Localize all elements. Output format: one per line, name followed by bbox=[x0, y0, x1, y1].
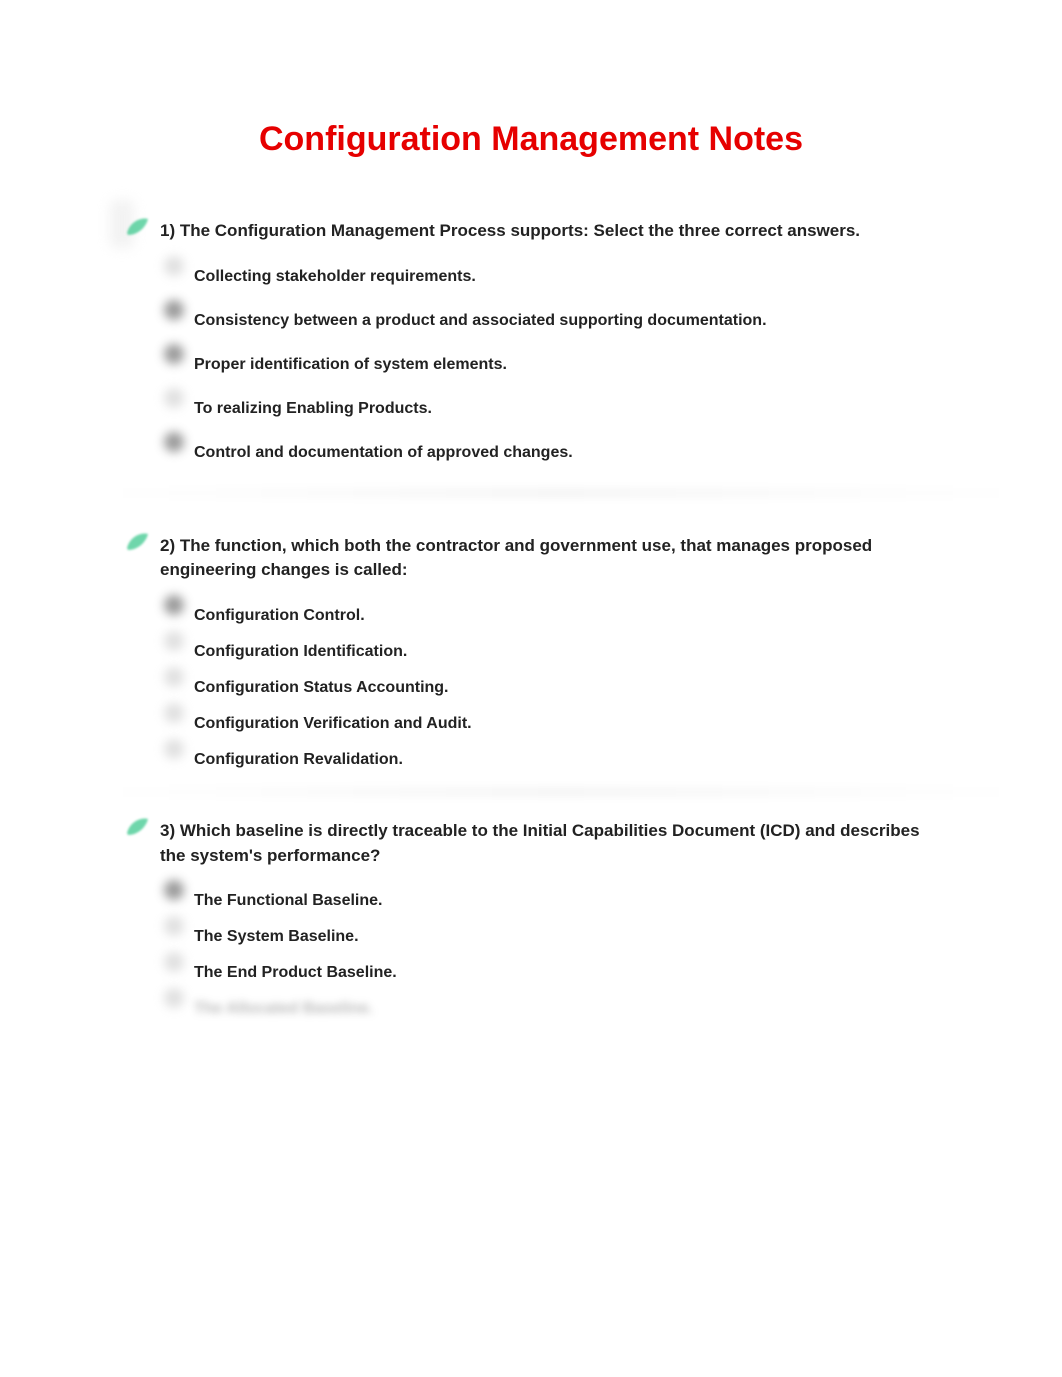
bullet-icon bbox=[164, 300, 184, 320]
option-text: Configuration Revalidation. bbox=[194, 751, 403, 768]
bullet-icon bbox=[164, 388, 184, 408]
bullet-icon bbox=[164, 739, 184, 759]
leaf-icon bbox=[124, 530, 150, 554]
option-text: The Functional Baseline. bbox=[194, 892, 382, 909]
option-item: Control and documentation of approved ch… bbox=[194, 444, 932, 462]
option-text: To realizing Enabling Products. bbox=[194, 400, 432, 417]
option-text: Proper identification of system elements… bbox=[194, 356, 507, 373]
bullet-icon bbox=[164, 256, 184, 276]
option-list: The Functional Baseline. The System Base… bbox=[194, 892, 932, 1018]
option-text: Collecting stakeholder requirements. bbox=[194, 268, 476, 285]
option-item: The End Product Baseline. bbox=[194, 964, 932, 982]
option-text: Configuration Verification and Audit. bbox=[194, 715, 472, 732]
option-text: The System Baseline. bbox=[194, 928, 359, 945]
question-text: 1) The Configuration Management Process … bbox=[160, 219, 932, 244]
option-text: Control and documentation of approved ch… bbox=[194, 444, 573, 461]
leaf-icon bbox=[124, 815, 150, 839]
option-text: The End Product Baseline. bbox=[194, 964, 397, 981]
bullet-icon bbox=[164, 988, 184, 1008]
option-item: The Functional Baseline. bbox=[194, 892, 932, 910]
option-list: Collecting stakeholder requirements. Con… bbox=[194, 268, 932, 462]
bullet-icon bbox=[164, 916, 184, 936]
bullet-icon bbox=[164, 952, 184, 972]
option-item: Collecting stakeholder requirements. bbox=[194, 268, 932, 286]
option-item: The System Baseline. bbox=[194, 928, 932, 946]
question-block: 1) The Configuration Management Process … bbox=[100, 219, 962, 498]
bullet-icon bbox=[164, 432, 184, 452]
option-item: Consistency between a product and associ… bbox=[194, 312, 932, 330]
option-text: Consistency between a product and associ… bbox=[194, 312, 767, 329]
option-list: Configuration Control. Configuration Ide… bbox=[194, 607, 932, 769]
divider bbox=[100, 488, 1022, 498]
bullet-icon bbox=[164, 880, 184, 900]
option-text: The Allocated Baseline. bbox=[194, 1000, 373, 1017]
question-block: 2) The function, which both the contract… bbox=[100, 534, 962, 797]
option-text: Configuration Identification. bbox=[194, 643, 407, 660]
option-item: To realizing Enabling Products. bbox=[194, 400, 932, 418]
bullet-icon bbox=[164, 667, 184, 687]
question-text: 2) The function, which both the contract… bbox=[160, 534, 932, 583]
leaf-icon bbox=[124, 215, 150, 239]
option-item: Configuration Status Accounting. bbox=[194, 679, 932, 697]
option-text: Configuration Control. bbox=[194, 607, 365, 624]
bullet-icon bbox=[164, 631, 184, 651]
bullet-icon bbox=[164, 595, 184, 615]
option-item: Configuration Revalidation. bbox=[194, 751, 932, 769]
option-item: Proper identification of system elements… bbox=[194, 356, 932, 374]
option-item: The Allocated Baseline. bbox=[194, 1000, 932, 1018]
option-item: Configuration Identification. bbox=[194, 643, 932, 661]
option-item: Configuration Verification and Audit. bbox=[194, 715, 932, 733]
divider bbox=[100, 787, 1022, 797]
bullet-icon bbox=[164, 344, 184, 364]
option-item: Configuration Control. bbox=[194, 607, 932, 625]
page: Configuration Management Notes 1) The Co… bbox=[0, 0, 1062, 1336]
option-text: Configuration Status Accounting. bbox=[194, 679, 449, 696]
question-block: 3) Which baseline is directly traceable … bbox=[100, 819, 962, 1018]
page-title: Configuration Management Notes bbox=[100, 120, 962, 159]
bullet-icon bbox=[164, 703, 184, 723]
question-text: 3) Which baseline is directly traceable … bbox=[160, 819, 932, 868]
